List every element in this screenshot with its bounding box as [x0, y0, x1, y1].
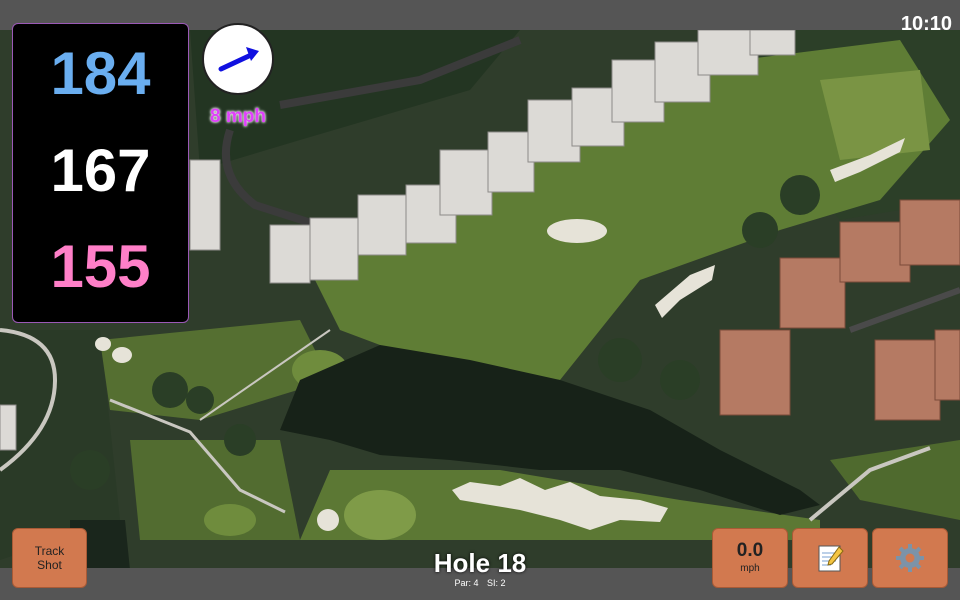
hole-details: Par: 4 SI: 2 [380, 578, 580, 588]
track-shot-button[interactable]: Track Shot [12, 528, 87, 588]
track-shot-label-line2: Shot [37, 558, 62, 572]
notes-button[interactable] [792, 528, 868, 588]
hole-info: Hole 18 Par: 4 SI: 2 [380, 548, 580, 588]
wind-direction-indicator [202, 23, 274, 95]
speed-value: 0.0 [736, 540, 764, 561]
clock: 10:10 [900, 13, 952, 35]
settings-button[interactable] [872, 528, 948, 588]
speed-button[interactable]: 0.0 mph [712, 528, 788, 588]
speed-unit: mph [740, 563, 760, 574]
wind-speed: 8 mph [210, 106, 266, 127]
distance-front: 155 [50, 233, 151, 300]
notepad-icon [818, 545, 844, 572]
distance-panel: 184 167 155 [12, 23, 189, 323]
wind-arrow-icon [218, 47, 259, 72]
hole-stroke-index: SI: 2 [487, 578, 506, 588]
hole-title: Hole 18 [433, 548, 527, 578]
hole-par: Par: 4 [454, 578, 479, 588]
distance-back: 184 [50, 40, 151, 107]
gear-icon [896, 544, 924, 572]
track-shot-label-line1: Track [34, 544, 65, 558]
distance-middle: 167 [50, 137, 151, 204]
